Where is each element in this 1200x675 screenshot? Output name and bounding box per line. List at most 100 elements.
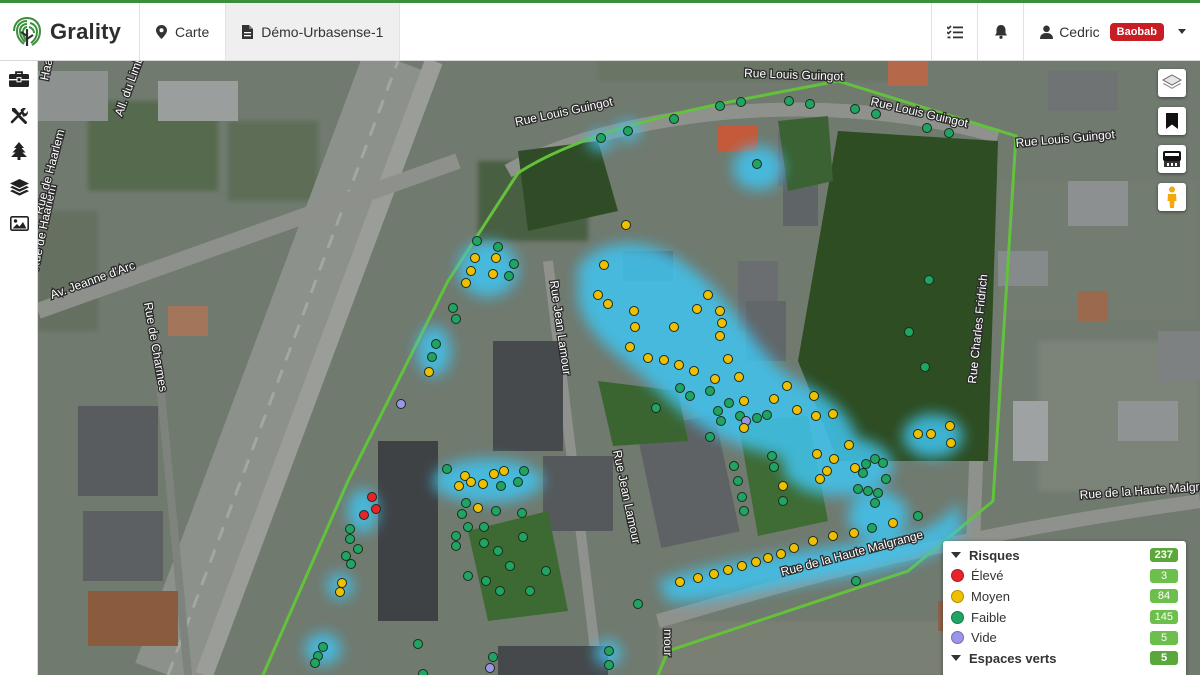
sensor-moyen [675,577,685,587]
user-menu[interactable]: Cedric Baobab [1023,3,1200,60]
sensor-moyen [692,304,702,314]
sensor-faible [418,669,428,675]
sensor-moyen [808,536,818,546]
sensor-moyen [599,260,609,270]
tree-icon [11,142,27,160]
sensor-faible [675,383,685,393]
legend-section-espaces-verts[interactable]: Espaces verts 5 [951,648,1178,669]
legend-section-title: Espaces verts [969,650,1057,666]
sensor-faible [904,327,914,337]
sensor-faible [353,544,363,554]
caret-down-icon[interactable] [951,655,961,662]
sensor-moyen [470,253,480,263]
road-view-button[interactable] [1158,145,1186,173]
sensor-faible [341,551,351,561]
sensor-moyen [782,381,792,391]
caret-down-icon[interactable] [1178,29,1186,34]
sensor-faible [920,362,930,372]
legend-section-total: 5 [1150,651,1178,666]
sensor-moyen [337,578,347,588]
sensor-faible [513,477,523,487]
sensor-faible [451,531,461,541]
tree-button[interactable] [0,133,38,169]
sensor-moyen [946,438,956,448]
sensor-faible [505,561,515,571]
sensor-faible [881,474,891,484]
tools-button[interactable] [0,97,38,133]
notifications-button[interactable] [977,3,1023,60]
sensor-faible [724,398,734,408]
sensor-moyen [715,331,725,341]
sensor-moyen [625,342,635,352]
legend-item-faible[interactable]: Faible 145 [951,607,1178,628]
sensor-faible [518,532,528,542]
street-view-button[interactable] [1158,183,1186,211]
legend-item-label: Vide [971,630,997,646]
sensor-moyen [715,306,725,316]
nav-item-project[interactable]: Démo-Urbasense-1 [226,3,401,60]
sensor-faible [346,559,356,569]
nav-item-label: Démo-Urbasense-1 [261,23,384,40]
sensor-moyen [335,587,345,597]
sensor-moyen [812,449,822,459]
legend-item-count: 3 [1150,568,1178,583]
legend-item-moyen[interactable]: Moyen 84 [951,586,1178,607]
task-list-icon [946,24,963,38]
file-icon [242,24,254,39]
nav-item-carte[interactable]: Carte [140,3,227,60]
sensor-faible [669,114,679,124]
sensor-moyen [789,543,799,553]
bookmark-button[interactable] [1158,107,1186,135]
legend-item-label: Faible [971,609,1007,625]
sensor-faible [685,391,695,401]
brand[interactable]: Grality [0,3,140,60]
legend-item-eleve[interactable]: Élevé 3 [951,566,1178,587]
caret-down-icon[interactable] [951,552,961,559]
left-toolbar [0,61,38,675]
sensor-moyen [703,290,713,300]
sensor-faible [853,484,863,494]
sensor-faible [924,275,934,285]
layers-button[interactable] [0,169,38,205]
nav-item-label: Carte [175,23,210,40]
sensor-moyen [850,463,860,473]
sensor-faible [463,571,473,581]
sensor-faible [479,538,489,548]
sensor-moyen [709,569,719,579]
legend-section-risques[interactable]: Risques 237 [951,545,1178,566]
sensor-moyen [734,372,744,382]
sensor-moyen [792,405,802,415]
sensor-moyen [737,561,747,571]
sensor-faible [604,646,614,656]
sensor-eleve [367,492,377,502]
sensor-faible [913,511,923,521]
grality-logo-icon [13,16,42,46]
sensor-moyen [888,518,898,528]
sensor-moyen [621,220,631,230]
sensor-moyen [809,391,819,401]
sensor-faible [715,101,725,111]
sensor-vide [396,399,406,409]
sensor-moyen [717,318,727,328]
toolbox-button[interactable] [0,61,38,97]
legend-item-vide[interactable]: Vide 5 [951,627,1178,648]
task-list-button[interactable] [931,3,977,60]
legend-section-title: Risques [969,547,1020,563]
sensor-faible [762,410,772,420]
image-button[interactable] [0,205,38,241]
sensor-faible [479,522,489,532]
sensor-moyen [466,477,476,487]
sensor-faible [736,97,746,107]
sensor-faible [633,599,643,609]
sensor-moyen [491,253,501,263]
sensor-moyen [723,354,733,364]
sensor-faible [778,496,788,506]
sensor-faible [495,586,505,596]
basemap-button[interactable] [1158,69,1186,97]
sensor-moyen [454,481,464,491]
legend-item-count: 5 [1150,630,1178,645]
risk-faible-dot-icon [951,610,964,624]
sensor-faible [867,523,877,533]
sensor-faible [944,128,954,138]
sensor-faible [463,522,473,532]
